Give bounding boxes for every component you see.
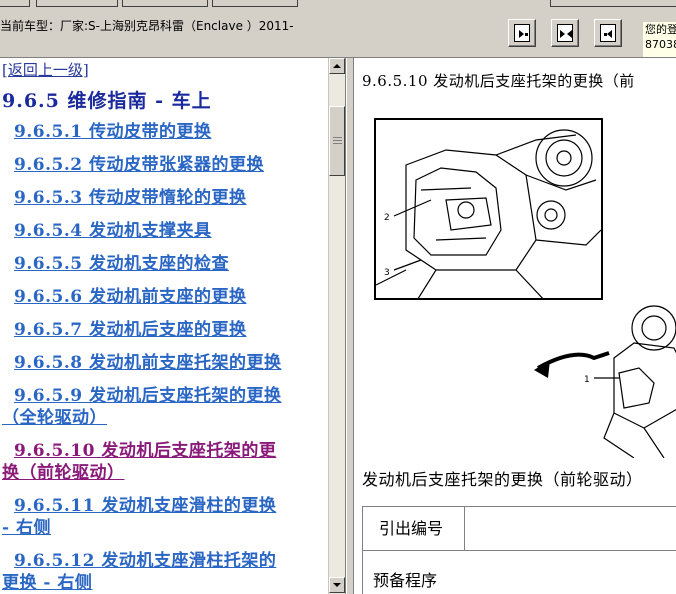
toc-item[interactable]: 9.6.5.12 发动机支座滑柱托架的 更换 - 右侧	[2, 550, 277, 594]
toc-item[interactable]: 9.6.5.1 传动皮带的更换	[14, 121, 212, 143]
content-pane: 9.6.5.10 发动机后支座托架的更换（前 2 3 1 发动机后支座托架的更换…	[354, 58, 676, 594]
toc-item-label-cont: 换（前轮驱动）	[2, 463, 125, 483]
toc-item-label: 9.6.5.10 发动机后支座托架的更	[14, 441, 277, 461]
toc-item-label: 9.6.5.5 发动机支座的检查	[14, 254, 229, 274]
toc-item[interactable]: 9.6.5.7 发动机后支座的更换	[14, 319, 247, 341]
toc-item[interactable]: 9.6.5.11 发动机支座滑柱的更换 - 右侧	[2, 495, 277, 539]
toc-item-label-cont: - 右侧	[2, 518, 51, 538]
toc-item-label: 9.6.5.1 传动皮带的更换	[14, 122, 212, 142]
scroll-down-button[interactable]	[329, 577, 345, 593]
toolbar-tab[interactable]	[0, 0, 30, 7]
collapse-tree-button[interactable]	[508, 19, 536, 47]
toc-item-label: 9.6.5.2 传动皮带张紧器的更换	[14, 155, 264, 175]
top-toolbar: 当前车型：厂家:S-上海别克昂科雷（Enclave ）2011- 您的登 870…	[0, 0, 676, 58]
current-vehicle-label: 当前车型：厂家:S-上海别克昂科雷（Enclave ）2011-	[0, 19, 294, 33]
split-view-icon	[557, 24, 573, 42]
toolbar-tab[interactable]	[36, 0, 118, 7]
scroll-thumb[interactable]	[329, 106, 345, 176]
toc-item[interactable]: 9.6.5.5 发动机支座的检查	[14, 253, 229, 275]
toc-item-label: 9.6.5.7 发动机后支座的更换	[14, 320, 247, 340]
toc-item-current[interactable]: 9.6.5.10 发动机后支座托架的更 换（前轮驱动）	[2, 440, 277, 484]
toc-item-label: 9.6.5.4 发动机支撑夹具	[14, 221, 212, 241]
scroll-up-button[interactable]	[329, 58, 345, 74]
toc-item-label: 9.6.5.11 发动机支座滑柱的更换	[14, 496, 277, 516]
toc-item-label: 9.6.5.12 发动机支座滑柱托架的	[14, 551, 277, 571]
expand-tree-icon	[600, 24, 616, 42]
toc-item[interactable]: 9.6.5.8 发动机前支座托架的更换	[14, 352, 282, 374]
toc-item[interactable]: 9.6.5.3 传动皮带惰轮的更换	[14, 187, 247, 209]
engine-illustration: 2 3	[374, 118, 603, 300]
mount-bracket-illustration: 1	[534, 298, 676, 458]
toc-item-label: 9.6.5.6 发动机前支座的更换	[14, 287, 247, 307]
toc-item[interactable]: 9.6.5.2 传动皮带张紧器的更换	[14, 154, 264, 176]
toc-item-label: 9.6.5.8 发动机前支座托架的更换	[14, 353, 282, 373]
toolbar-tab[interactable]	[550, 0, 676, 7]
user-info-line: 87038	[645, 38, 676, 51]
user-info-panel: 您的登 87038	[643, 22, 676, 57]
procedure-table: 引出编号 预备程序	[362, 506, 676, 594]
procedure-heading: 9.6.5.10 发动机后支座托架的更换（前	[362, 72, 635, 90]
section-title: 9.6.5 维修指南 - 车上	[2, 90, 212, 112]
split-view-button[interactable]	[551, 19, 579, 47]
back-link[interactable]: [返回上一级]	[2, 59, 89, 80]
expand-tree-button[interactable]	[594, 19, 622, 47]
toc-item-label: 9.6.5.9 发动机后支座托架的更换	[14, 386, 282, 406]
procedure-title: 发动机后支座托架的更换（前轮驱动）	[362, 470, 643, 489]
callout-label: 2	[384, 213, 390, 223]
user-info-line: 您的登	[645, 23, 676, 36]
toc-pane: [返回上一级] 9.6.5 维修指南 - 车上 9.6.5.1 传动皮带的更换 …	[0, 58, 346, 594]
preparation-label: 预备程序	[373, 571, 438, 590]
table-header-cell	[465, 507, 676, 551]
toc-item-label-cont: 更换 - 右侧	[2, 573, 93, 593]
toolbar-tab[interactable]	[122, 0, 208, 7]
toc-item[interactable]: 9.6.5.4 发动机支撑夹具	[14, 220, 212, 242]
chevron-down-icon	[333, 583, 341, 587]
toc-item-label-cont: （全轮驱动）	[2, 408, 107, 428]
toc-item[interactable]: 9.6.5.9 发动机后支座托架的更换 （全轮驱动）	[2, 385, 282, 429]
callout-label: 3	[384, 268, 390, 278]
callout-label: 1	[584, 375, 590, 385]
table-header-cell: 引出编号	[363, 507, 465, 551]
toc-scrollbar[interactable]	[328, 58, 345, 594]
chevron-up-icon	[333, 64, 341, 68]
pane-splitter[interactable]	[346, 58, 354, 594]
toolbar-tab[interactable]	[212, 0, 298, 7]
toc-item-label: 9.6.5.3 传动皮带惰轮的更换	[14, 188, 247, 208]
collapse-tree-icon	[514, 24, 530, 42]
toc-item[interactable]: 9.6.5.6 发动机前支座的更换	[14, 286, 247, 308]
